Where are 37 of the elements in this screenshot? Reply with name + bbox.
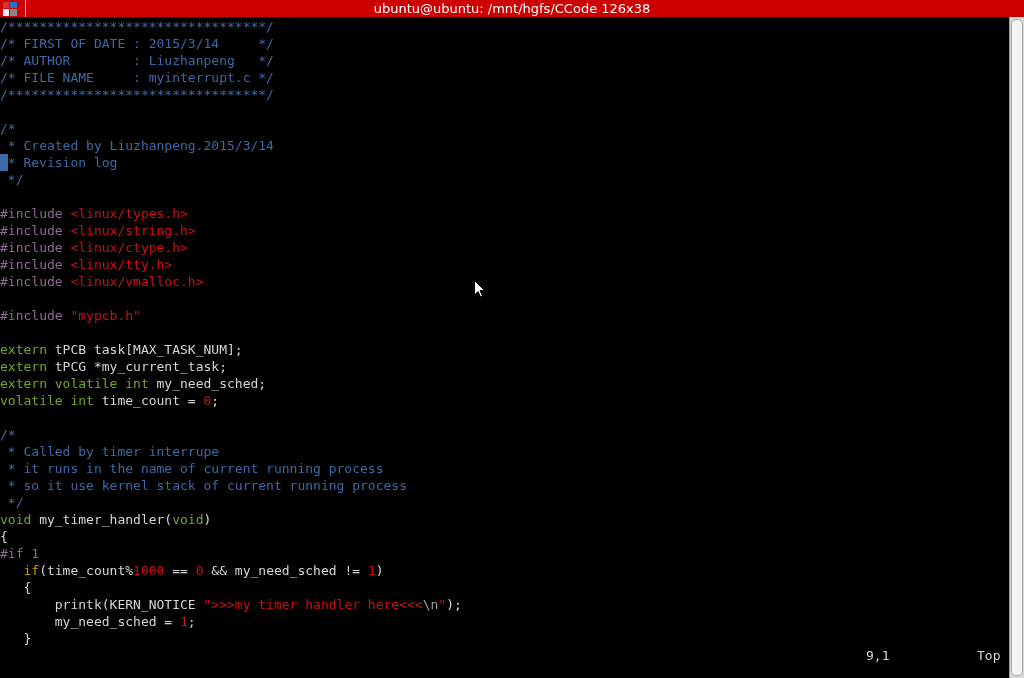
code-line: * Created by Liuzhanpeng.2015/3/14 xyxy=(6,137,274,154)
code-line: my_need_sched = 1; xyxy=(53,613,196,630)
code-line: #include "mypcb.h" xyxy=(0,307,141,324)
mouse-pointer-icon xyxy=(474,280,485,298)
code-line: extern volatile int my_need_sched; xyxy=(0,375,267,392)
code-line: #include <linux/vmalloc.h> xyxy=(0,273,204,290)
code-line: #include <linux/tty.h> xyxy=(0,256,173,273)
code-line: */ xyxy=(6,171,24,188)
window-title: ubuntu@ubuntu: /mnt/hgfs/CCode 126x38 xyxy=(373,0,651,17)
code-line: /* AUTHOR : Liuzhanpeng */ xyxy=(0,52,274,69)
code-line: extern tPCG *my_current_task; xyxy=(0,358,227,375)
code-line: /*********************************/ xyxy=(0,86,274,103)
cursor-position: 9,1 xyxy=(866,647,891,664)
terminal-icon xyxy=(2,0,18,17)
code-line: extern tPCB task[MAX_TASK_NUM]; xyxy=(0,341,243,358)
code-line: #include <linux/types.h> xyxy=(0,205,188,222)
code-line: * it runs in the name of current running process xyxy=(6,460,384,477)
code-line: #include <linux/ctype.h> xyxy=(0,239,188,256)
code-line: * Called by timer interrupe xyxy=(6,443,220,460)
code-line: * so it use kernel stack of current running process xyxy=(6,477,407,494)
code-line: /* FIRST OF DATE : 2015/3/14 */ xyxy=(0,35,274,52)
code-line: void my_timer_handler(void) xyxy=(0,511,212,528)
code-line: */ xyxy=(6,494,24,511)
scroll-position: Top xyxy=(977,647,1001,664)
code-line: /*********************************/ xyxy=(0,18,274,35)
code-line: /* xyxy=(0,426,16,443)
code-line: } xyxy=(22,630,32,647)
code-line: { xyxy=(0,528,8,545)
code-line: /* xyxy=(0,120,16,137)
code-line: printk(KERN_NOTICE ">>>my timer handler here<<<\n"); xyxy=(53,596,462,613)
code-line: volatile int time_count = 0; xyxy=(0,392,220,409)
code-line: if(time_count%1000 == 0 && my_need_sched != 1) xyxy=(22,562,384,579)
code-line: * Revision log xyxy=(0,154,118,171)
code-line: #if 1 xyxy=(0,545,40,562)
code-line: { xyxy=(22,579,32,596)
code-line: #include <linux/string.h> xyxy=(0,222,196,239)
code-line: /* FILE NAME : myinterrupt.c */ xyxy=(0,69,274,86)
